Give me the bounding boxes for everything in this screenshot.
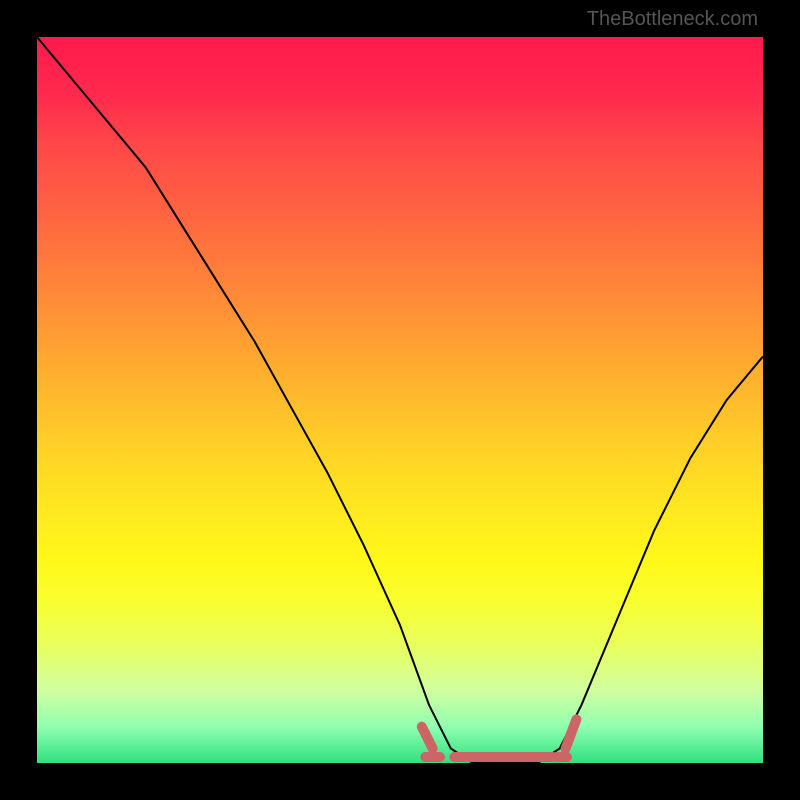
bottleneck-curve-path (37, 37, 763, 763)
plot-area (37, 37, 763, 763)
chart-container: TheBottleneck.com (0, 0, 800, 800)
dash-segment-end (422, 727, 433, 749)
watermark-text: TheBottleneck.com (587, 8, 758, 31)
curve-layer (37, 37, 763, 763)
dash-segment-end (566, 719, 577, 748)
bottleneck-curve (37, 37, 763, 763)
